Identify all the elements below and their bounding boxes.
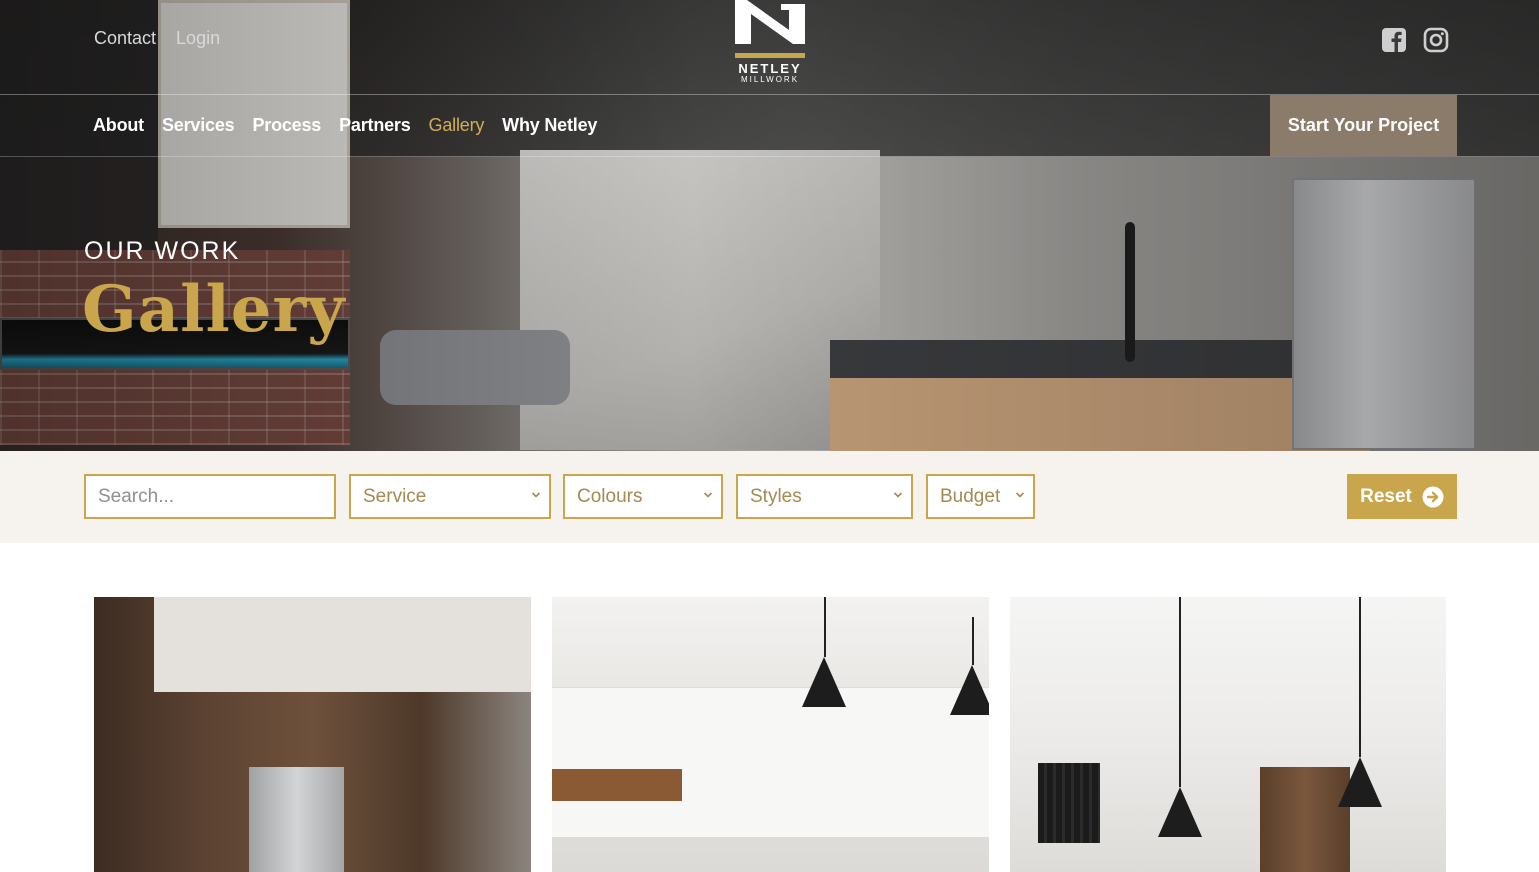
budget-select[interactable]: Budget	[926, 474, 1035, 519]
instagram-icon[interactable]	[1423, 27, 1449, 53]
chevron-down-icon	[893, 492, 903, 498]
service-select[interactable]: Service	[349, 474, 551, 519]
page-title: Gallery	[82, 272, 346, 347]
social-links	[1381, 27, 1449, 53]
hero-eyebrow: OUR WORK	[84, 237, 241, 265]
logo-name: NETLEY	[738, 61, 802, 76]
gallery-image-pendant	[1338, 757, 1382, 807]
nav-item-why-netley[interactable]: Why Netley	[502, 115, 597, 136]
nav-item-about[interactable]: About	[93, 115, 144, 136]
reset-button-label: Reset	[1360, 485, 1412, 507]
arrow-right-circle-icon	[1422, 486, 1444, 507]
login-link[interactable]: Login	[176, 28, 220, 49]
colours-select[interactable]: Colours	[563, 474, 723, 519]
nav-item-process[interactable]: Process	[252, 115, 321, 136]
main-nav: About Services Process Partners Gallery …	[93, 115, 597, 136]
gallery-image-pendant	[1158, 787, 1202, 837]
search-input[interactable]: Search...	[84, 474, 336, 519]
nav-item-gallery[interactable]: Gallery	[429, 115, 485, 136]
gallery-image-pendant	[950, 665, 989, 715]
gallery-image-wood-cabinet	[1260, 767, 1350, 872]
logo-subtitle: MILLWORK	[740, 75, 800, 84]
gallery-image-slat-hood	[1038, 763, 1100, 843]
chevron-down-icon	[1015, 492, 1025, 498]
start-your-project-button[interactable]: Start Your Project	[1270, 95, 1457, 156]
gallery-image-pendant-cord	[1359, 597, 1361, 757]
gallery-card[interactable]	[552, 597, 989, 872]
gallery-card[interactable]	[1010, 597, 1446, 872]
gallery-image-hood	[552, 769, 682, 801]
colours-select-label: Colours	[577, 485, 643, 507]
styles-select-label: Styles	[750, 485, 802, 507]
gallery-image-pendant-cord	[972, 617, 974, 665]
reset-button[interactable]: Reset	[1347, 474, 1457, 519]
gallery-image-pendant	[802, 657, 846, 707]
gallery-image-fridge	[249, 767, 344, 872]
nav-divider	[0, 156, 1539, 157]
gallery-card[interactable]	[94, 597, 531, 872]
budget-select-label: Budget	[940, 485, 1001, 507]
logo-n-icon	[735, 0, 805, 44]
gallery-image-cabinets	[552, 687, 989, 837]
top-links: Contact Login	[94, 28, 220, 49]
gallery-image-pendant-cord	[824, 597, 826, 657]
logo-bar	[735, 53, 805, 58]
chevron-down-icon	[531, 492, 541, 498]
styles-select[interactable]: Styles	[736, 474, 913, 519]
nav-item-partners[interactable]: Partners	[339, 115, 411, 136]
hero-banner: Contact Login NETLEY MILLWORK About Serv…	[0, 0, 1539, 451]
nav-item-services[interactable]: Services	[162, 115, 235, 136]
facebook-icon[interactable]	[1381, 27, 1407, 53]
service-select-label: Service	[363, 485, 427, 507]
filter-bar: Search... Service Colours Styles Budget …	[0, 451, 1539, 543]
chevron-down-icon	[703, 492, 713, 498]
gallery-image-ceiling	[154, 597, 531, 692]
gallery-image-pendant-cord	[1179, 597, 1181, 787]
site-logo[interactable]: NETLEY MILLWORK	[733, 0, 807, 84]
contact-link[interactable]: Contact	[94, 28, 156, 49]
